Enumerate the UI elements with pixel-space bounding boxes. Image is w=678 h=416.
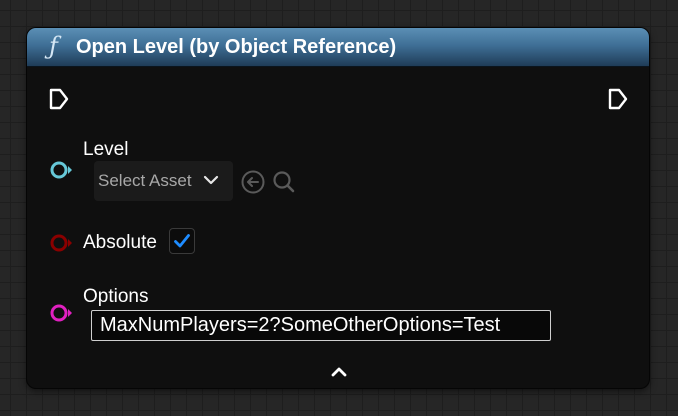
absolute-bool-pin-icon[interactable] xyxy=(47,233,77,253)
absolute-pin-label: Absolute xyxy=(83,232,157,253)
options-string-pin-icon[interactable] xyxy=(47,303,77,323)
select-asset-text: Select Asset xyxy=(98,171,192,190)
back-arrow-icon[interactable] xyxy=(240,169,266,195)
level-pin-label: Level xyxy=(83,139,129,160)
function-icon: ƒ xyxy=(49,32,58,60)
absolute-checkbox[interactable] xyxy=(169,228,195,254)
node-header[interactable]: ƒ Open Level (by Object Reference) xyxy=(27,28,649,67)
exec-input-pin-icon[interactable] xyxy=(48,87,70,111)
exec-output-pin-icon[interactable] xyxy=(607,87,629,111)
search-icon[interactable] xyxy=(271,169,297,195)
checkmark-icon xyxy=(174,234,190,248)
node-title: Open Level (by Object Reference) xyxy=(76,36,397,58)
open-level-node[interactable]: ƒ Open Level (by Object Reference) Level… xyxy=(27,28,649,388)
chevron-down-icon xyxy=(203,175,219,185)
options-pin-label: Options xyxy=(83,286,149,307)
options-text-input[interactable] xyxy=(91,310,551,341)
select-asset-dropdown[interactable]: Select Asset xyxy=(94,161,233,201)
collapse-chevron-up-icon[interactable] xyxy=(327,361,351,381)
level-object-pin-icon[interactable] xyxy=(47,160,77,180)
